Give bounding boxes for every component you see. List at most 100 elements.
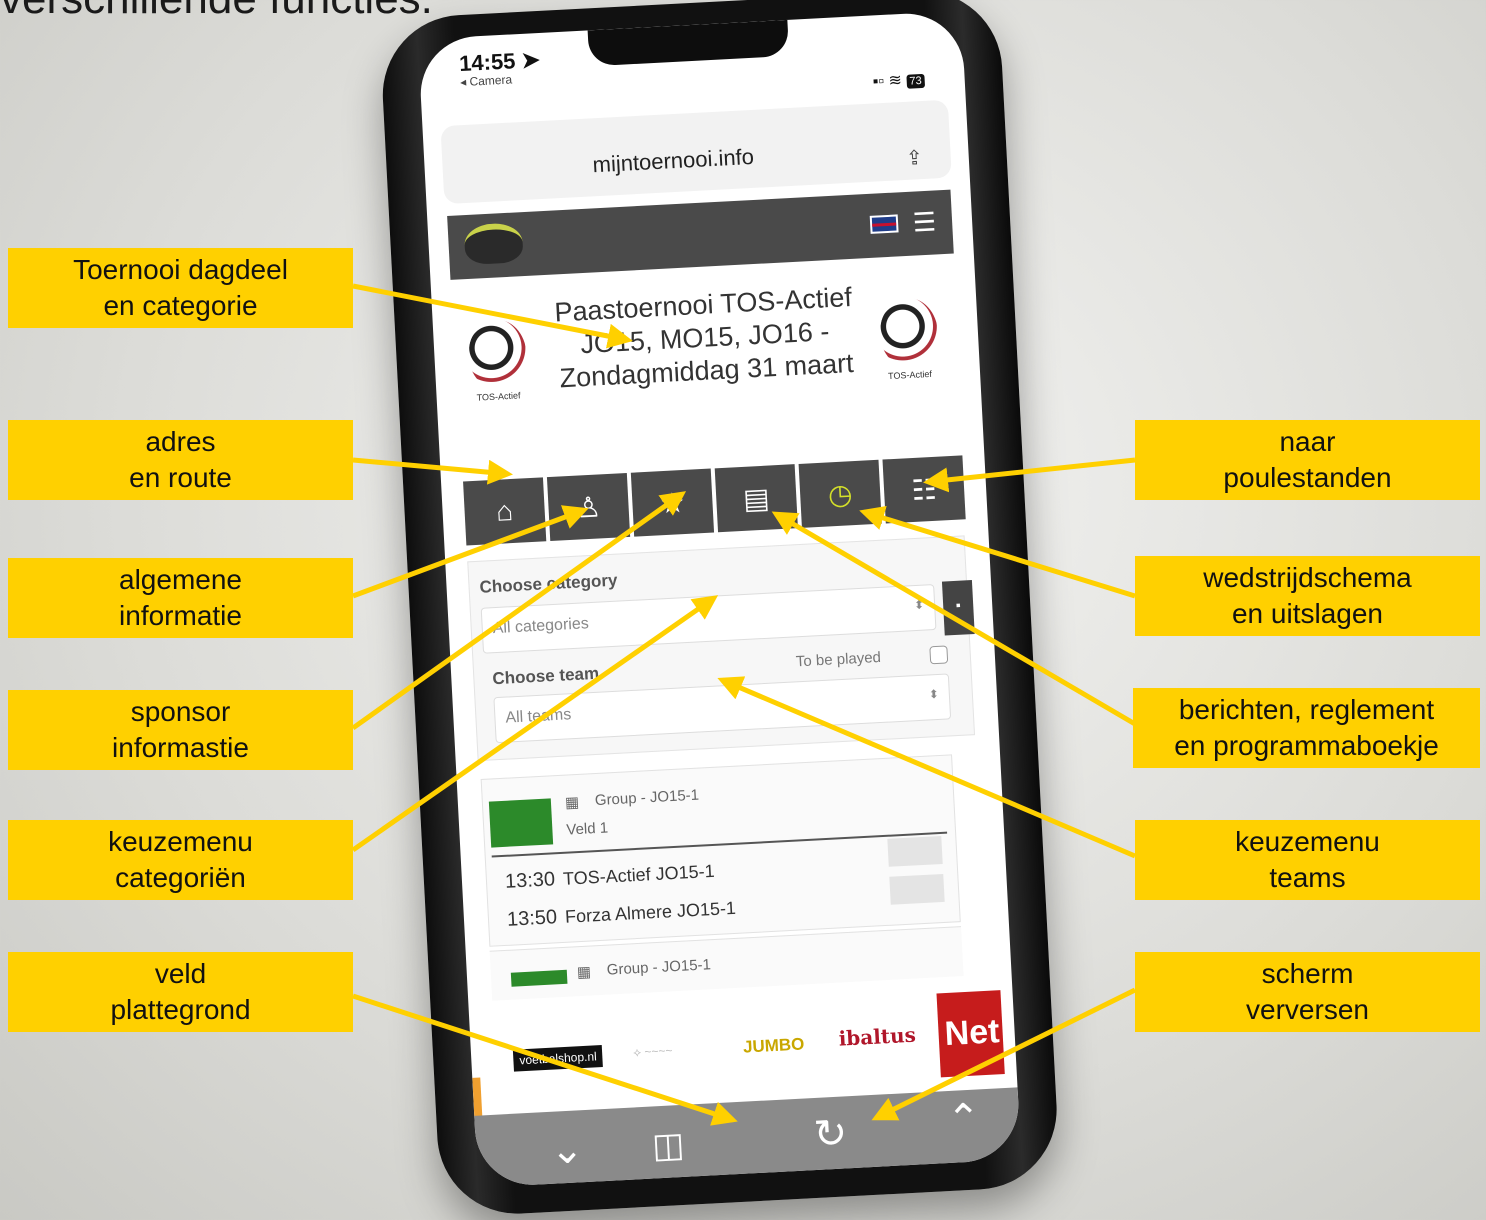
callout-line: keuzemenu <box>1235 826 1380 857</box>
hamburger-menu-icon[interactable]: ☰ <box>912 206 937 237</box>
match-card[interactable]: ▦ Group - JO15-1 Veld 1 13:30 TOS-Actief … <box>480 754 961 947</box>
match-group-2: Group - JO15-1 <box>606 956 712 979</box>
callout-category-menu: keuzemenu categoriën <box>8 820 353 900</box>
callout-general-info: algemene informatie <box>8 558 353 638</box>
battery-icon: 73 <box>906 73 926 89</box>
club-logo-left-label: TOS-Actief <box>476 390 521 403</box>
url-bar[interactable]: mijntoernooi.info ⇪ <box>440 99 952 205</box>
to-be-played-label: To be played <box>795 648 882 671</box>
club-logo-right-label: TOS-Actief <box>887 368 933 382</box>
sponsor-button[interactable]: ★ <box>630 468 715 537</box>
scroll-down-icon[interactable]: ⌄ <box>549 1126 585 1174</box>
match-divider <box>491 831 948 858</box>
match-field: Veld 1 <box>565 819 609 839</box>
category-select-value: All categories <box>492 615 590 638</box>
nav-button-bar: ⌂ ♙ ★ ▤ ◷ ☷ <box>463 455 966 546</box>
phone-mockup: 14:55 ➤ ◂ Camera ▪▫ ≋ 73 mijntoernooi.in… <box>364 0 1087 1220</box>
callout-line: sponsor <box>130 696 231 727</box>
callout-line: teams <box>1269 862 1346 893</box>
chevron-updown-icon: ⬍ <box>913 597 925 613</box>
callout-line: verversen <box>1246 994 1369 1025</box>
callout-refresh: scherm verversen <box>1135 952 1480 1032</box>
callout-schedule: wedstrijdschema en uitslagen <box>1135 556 1480 636</box>
phone-notch <box>587 19 790 67</box>
callout-line: poulestanden <box>1223 462 1392 493</box>
match-team: Forza Almere JO15-1 <box>564 897 737 927</box>
club-logo-right <box>878 296 940 370</box>
match-row-away: 13:50 Forza Almere JO15-1 <box>506 897 736 932</box>
signal-icon: ▪▫ <box>872 72 885 91</box>
uk-flag-icon[interactable] <box>869 214 899 234</box>
choose-team-label: Choose team <box>491 663 600 689</box>
share-icon[interactable]: ⇪ <box>905 145 923 171</box>
callout-line: en programmaboekje <box>1174 730 1439 761</box>
calendar-icon: ▦ <box>564 793 580 812</box>
tournament-title: Paastoernooi TOS-Actief JO15, MO15, JO16… <box>553 281 855 394</box>
callout-line: en route <box>129 462 232 493</box>
chevron-updown-icon: ⬍ <box>928 686 940 702</box>
phone-screen: 14:55 ➤ ◂ Camera ▪▫ ≋ 73 mijntoernooi.in… <box>417 10 1022 1188</box>
sponsor-jumbo[interactable]: JUMBO <box>743 1034 805 1057</box>
back-to-camera-link[interactable]: ◂ Camera <box>460 72 513 89</box>
callout-line: scherm <box>1261 958 1354 989</box>
callout-line: en categorie <box>103 290 258 321</box>
callout-line: Toernooi dagdeel <box>73 254 288 285</box>
sponsor-strip: voetbalshop.nl ⟡ ~~~~ JUMBO ibaltus Net <box>491 990 1005 1107</box>
filter-card: Choose category All categories ⬍ ▪ Choos… <box>467 535 976 762</box>
callout-line: naar <box>1279 426 1336 457</box>
score-box-home <box>887 835 943 867</box>
callout-messages: berichten, reglement en programmaboekje <box>1133 688 1480 768</box>
home-button[interactable]: ⌂ <box>463 477 547 546</box>
callout-tournament: Toernooi dagdeel en categorie <box>8 248 353 328</box>
callout-team-menu: keuzemenu teams <box>1135 820 1480 900</box>
match-time: 13:50 <box>506 906 558 931</box>
callout-standings: naar poulestanden <box>1135 420 1480 500</box>
standings-button[interactable]: ☷ <box>882 455 966 524</box>
match-team: TOS-Actief JO15-1 <box>562 860 716 889</box>
field-map-icon[interactable]: ◫ <box>651 1125 685 1167</box>
callout-line: wedstrijdschema <box>1203 562 1412 593</box>
choose-category-label: Choose category <box>479 570 618 597</box>
category-side-tab[interactable]: ▪ <box>941 580 975 636</box>
callout-line: berichten, reglement <box>1178 694 1435 725</box>
callout-line: keuzemenu <box>108 826 253 857</box>
match-time: 13:30 <box>504 868 556 893</box>
refresh-icon[interactable]: ↻ <box>813 1110 849 1158</box>
callout-field-map: veld plattegrond <box>8 952 353 1032</box>
match-row-home: 13:30 TOS-Actief JO15-1 <box>504 860 715 894</box>
sponsor-voetbalshop[interactable]: voetbalshop.nl <box>512 1045 604 1072</box>
callout-line: categoriën <box>115 862 246 893</box>
url-text: mijntoernooi.info <box>591 143 755 178</box>
status-icons: ▪▫ ≋ 73 <box>872 69 926 92</box>
match-group: Group - JO15-1 <box>594 786 700 810</box>
callout-line: veld <box>154 958 207 989</box>
scroll-up-icon[interactable]: ⌃ <box>946 1095 982 1143</box>
to-be-played-checkbox[interactable] <box>929 645 949 665</box>
wifi-icon: ≋ <box>888 72 903 90</box>
site-logo[interactable] <box>463 222 524 266</box>
phone-frame: 14:55 ➤ ◂ Camera ▪▫ ≋ 73 mijntoernooi.in… <box>378 0 1061 1218</box>
schedule-button[interactable]: ◷ <box>798 459 882 528</box>
messages-button[interactable]: ▤ <box>714 464 798 533</box>
callout-line: algemene <box>119 564 242 595</box>
sponsor-logo-faded[interactable]: ⟡ ~~~~ <box>633 1043 673 1060</box>
site-header: ☰ <box>447 189 954 280</box>
general-info-button[interactable]: ♙ <box>546 472 631 542</box>
callout-line: informatie <box>119 600 242 631</box>
club-logo-left <box>466 318 529 392</box>
callout-line: plattegrond <box>110 994 251 1025</box>
callout-line: adres <box>145 426 216 457</box>
team-select-value: All teams <box>505 706 572 727</box>
sponsor-baltus[interactable]: ibaltus <box>838 1023 916 1051</box>
field-map-thumbnail[interactable] <box>488 798 554 848</box>
calendar-icon: ▦ <box>576 963 592 982</box>
callout-address: adres en route <box>8 420 353 500</box>
orange-edge-marker <box>472 1077 483 1118</box>
score-box-away <box>889 873 945 905</box>
callout-line: informastie <box>112 732 249 763</box>
callout-sponsor: sponsor informastie <box>8 690 353 770</box>
field-map-thumbnail-2[interactable] <box>510 969 568 987</box>
sponsor-net[interactable]: Net <box>936 990 1005 1078</box>
callout-line: en uitslagen <box>1231 598 1383 629</box>
category-select[interactable]: All categories ⬍ <box>480 584 937 654</box>
